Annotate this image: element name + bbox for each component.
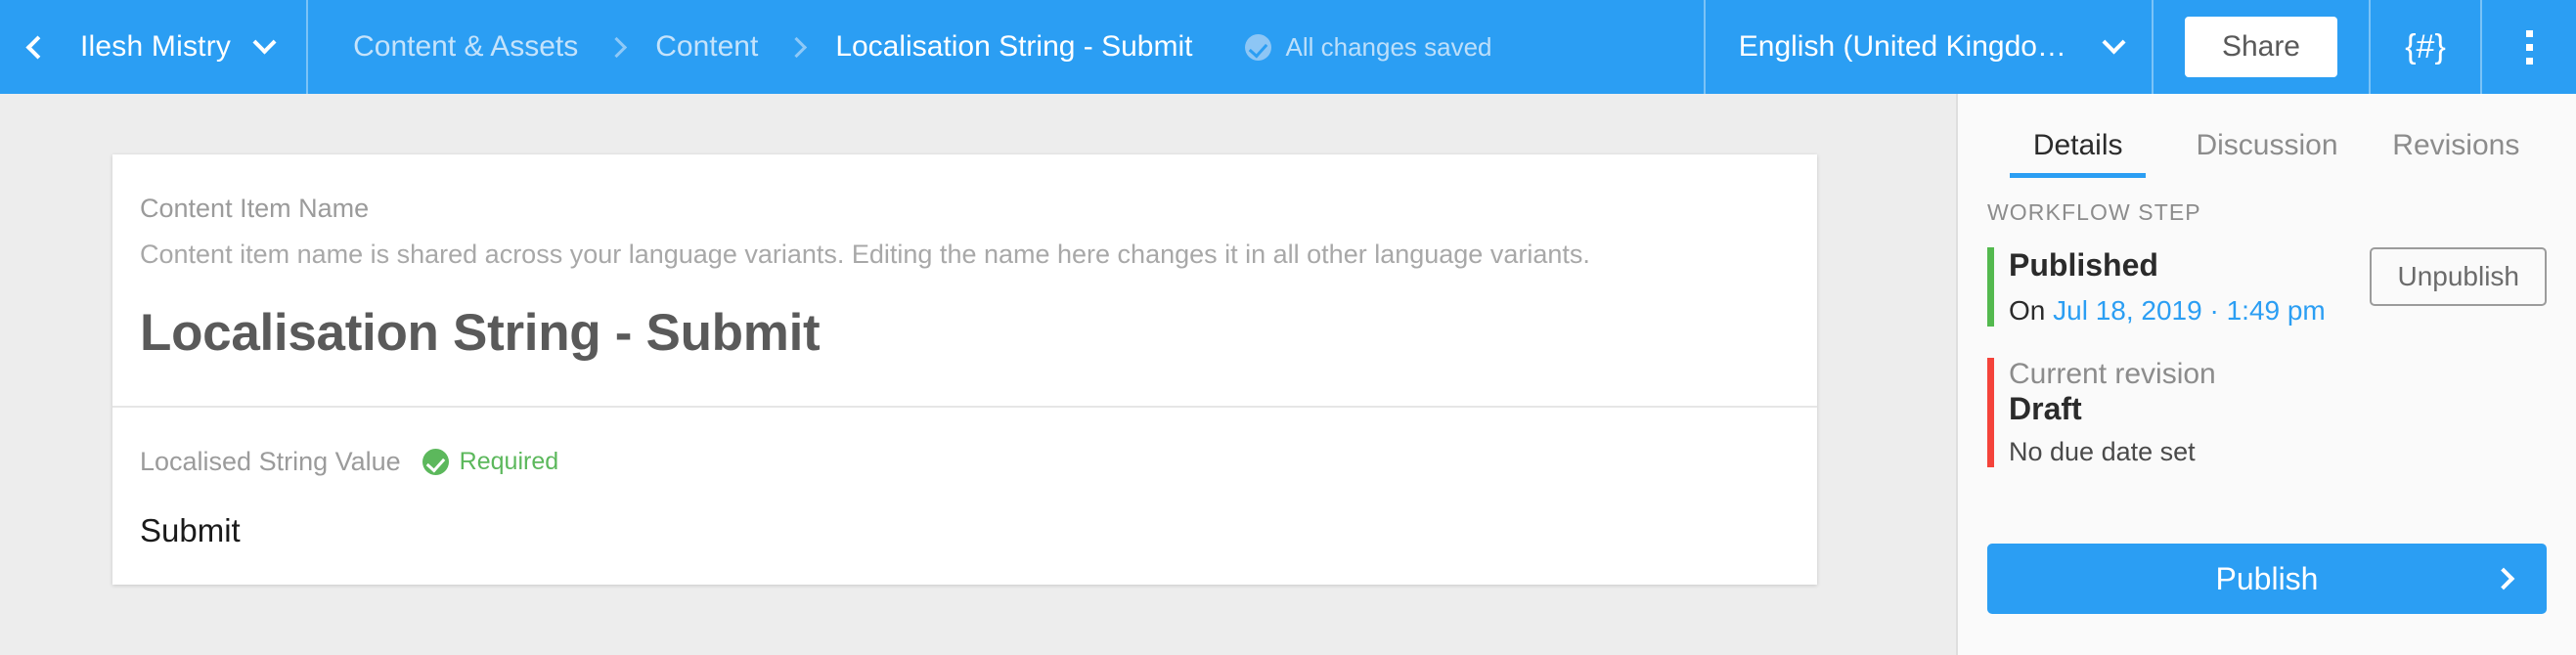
workflow-published-title: Published (2009, 247, 2158, 283)
current-revision-title: Draft (2009, 391, 2082, 426)
save-status-label: All changes saved (1285, 31, 1492, 62)
required-label: Required (459, 448, 559, 475)
language-selector[interactable]: English (United Kingdo… (1706, 0, 2152, 94)
localised-string-section: Localised String Value Required Submit (112, 408, 1817, 585)
content-item-name-help: Content item name is shared across your … (140, 240, 1590, 269)
code-snippet-button[interactable]: {#} (2371, 0, 2480, 94)
check-circle-icon (1245, 33, 1272, 61)
tab-details[interactable]: Details (1983, 129, 2172, 178)
workflow-published-text: Published On Jul 18, 2019 · 1:49 pm (2009, 247, 2326, 327)
chevron-right-icon (606, 36, 628, 58)
sidebar-body: WORKFLOW STEP Published On Jul 18, 2019 … (1958, 178, 2576, 467)
breadcrumb-item-current[interactable]: Localisation String - Submit (822, 30, 1206, 64)
language-label: English (United Kingdo… (1738, 30, 2066, 63)
chevron-right-icon (786, 36, 808, 58)
publish-button[interactable]: Publish (1987, 544, 2547, 614)
content-item-card: Content Item Name Content item name is s… (112, 154, 1817, 585)
content-item-name-value[interactable]: Localisation String - Submit (140, 303, 1790, 363)
chevron-left-icon (24, 34, 50, 60)
workflow-date-prefix: On (2009, 295, 2046, 326)
details-sidebar: Details Discussion Revisions WORKFLOW ST… (1956, 94, 2576, 655)
required-badge: Required (422, 448, 558, 476)
breadcrumb: Content & Assets Content Localisation St… (308, 0, 1704, 94)
localised-string-value[interactable]: Submit (140, 512, 1790, 549)
workflow-published-row: Published On Jul 18, 2019 · 1:49 pm Unpu… (2009, 247, 2547, 327)
breadcrumb-item-content[interactable]: Content (642, 30, 772, 64)
workflow-revision-block: Current revision Draft No due date set (1987, 358, 2547, 467)
chevron-right-icon (2492, 567, 2515, 590)
workflow-published-date: On Jul 18, 2019 · 1:49 pm (2009, 295, 2326, 327)
kebab-menu-icon (2525, 29, 2533, 65)
current-revision-subtitle: Current revision (2009, 358, 2216, 390)
sidebar-tabs: Details Discussion Revisions (1958, 94, 2576, 178)
main-content-area: Content Item Name Content item name is s… (0, 94, 1956, 655)
chevron-down-icon (252, 30, 277, 55)
share-button-wrap: Share (2154, 0, 2369, 94)
unpublish-button[interactable]: Unpublish (2370, 247, 2547, 306)
localised-string-label-row: Localised String Value Required (140, 447, 1790, 477)
content-item-name-section: Content Item Name Content item name is s… (112, 154, 1817, 406)
workflow-step-heading: WORKFLOW STEP (1987, 199, 2201, 225)
app-root: Ilesh Mistry Content & Assets Content Lo… (0, 0, 2576, 655)
user-name-label: Ilesh Mistry (80, 30, 232, 63)
tab-discussion[interactable]: Discussion (2172, 129, 2361, 178)
check-circle-icon (422, 449, 449, 475)
save-status: All changes saved (1245, 31, 1492, 63)
workflow-date-link[interactable]: Jul 18, 2019 · 1:49 pm (2053, 295, 2326, 326)
content-item-name-label: Content Item Name (140, 194, 370, 223)
tab-revisions[interactable]: Revisions (2362, 129, 2551, 178)
top-header-bar: Ilesh Mistry Content & Assets Content Lo… (0, 0, 2576, 94)
breadcrumb-item-content-assets[interactable]: Content & Assets (339, 30, 592, 64)
chevron-down-icon (2102, 30, 2126, 55)
publish-button-label: Publish (2215, 560, 2319, 596)
user-menu[interactable]: Ilesh Mistry (59, 0, 306, 94)
status-accent-bar-revision (1987, 358, 1994, 467)
localised-string-label: Localised String Value (140, 447, 401, 476)
workflow-published-block: Published On Jul 18, 2019 · 1:49 pm Unpu… (1987, 247, 2547, 327)
status-accent-bar-published (1987, 247, 1994, 327)
more-options-button[interactable] (2482, 0, 2576, 94)
current-revision-note: No due date set (2009, 437, 2196, 466)
share-button[interactable]: Share (2184, 17, 2337, 77)
back-button[interactable] (0, 0, 59, 94)
